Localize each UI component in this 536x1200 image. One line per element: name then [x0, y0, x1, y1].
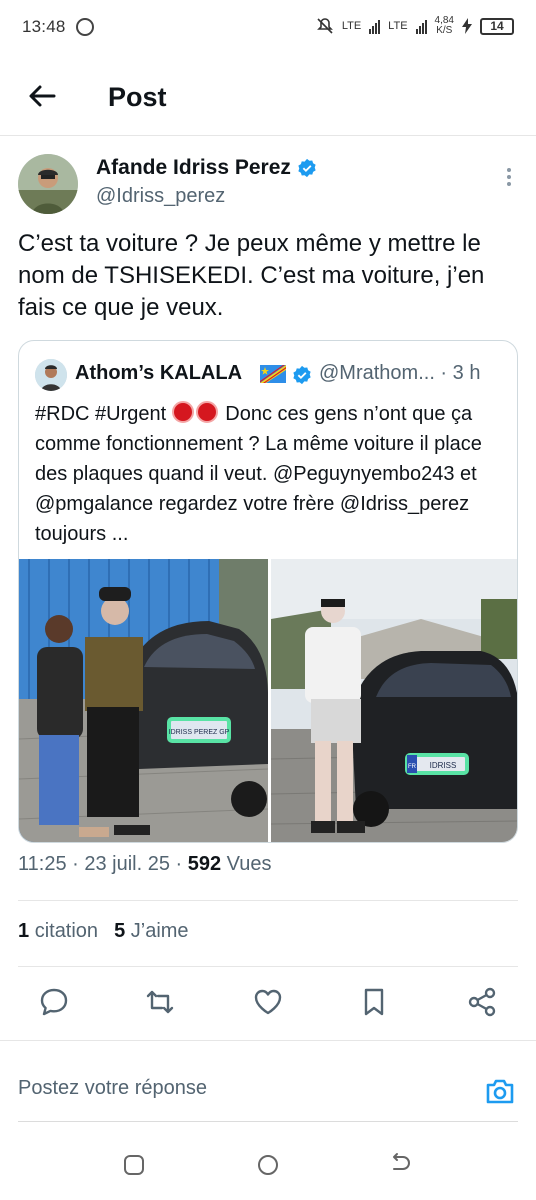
stop-sign-icon: [171, 401, 194, 423]
author-handle[interactable]: @Idriss_perez: [96, 185, 225, 208]
action-bar: [0, 986, 536, 1022]
network-label-2: LTE: [388, 20, 408, 32]
post-stats: 1 citation 5 J’aime: [18, 920, 189, 943]
reply-input[interactable]: Postez votre réponse: [18, 1077, 207, 1100]
net-speed-unit: K/S: [436, 25, 453, 36]
views-label: Vues: [221, 853, 272, 875]
back-arrow-icon[interactable]: [26, 80, 58, 112]
likes-label: J’aime: [130, 920, 189, 942]
network-label-1: LTE: [341, 20, 362, 32]
likes-stat[interactable]: 5 J’aime: [114, 920, 188, 943]
net-speed: 4,84 K/S: [435, 16, 454, 36]
page-title: Post: [108, 82, 167, 112]
reply-underline: [18, 1121, 518, 1122]
tweet-text: C’est ta voiture ? Je peux même y mettre…: [18, 230, 485, 321]
home-icon[interactable]: [255, 1152, 281, 1178]
header: Post: [0, 60, 536, 136]
plate-text-2: IDRISS: [430, 761, 457, 770]
signal-icon: [369, 18, 381, 34]
signal-icon: [415, 18, 427, 34]
post-image-2[interactable]: FR IDRISS: [271, 559, 517, 842]
author-name[interactable]: Afande Idriss Perez: [96, 156, 317, 180]
verified-badge-icon: [298, 158, 316, 178]
status-time: 13:48: [22, 17, 66, 36]
views-count: 592: [187, 853, 222, 875]
status-icons: LTE LTE 4,84 K/S 14: [316, 16, 514, 36]
stop-sign-icon: [195, 401, 218, 423]
verified-badge-icon: [293, 365, 311, 385]
citations-count: 1: [18, 920, 30, 942]
quote-hashtags: #RDC #Urgent: [35, 403, 167, 425]
post-image-1[interactable]: IDRISS PEREZ GP: [19, 559, 268, 842]
divider: [18, 900, 518, 901]
quote-text: #RDC #Urgent Donc ces gens n’ont que ça …: [35, 399, 505, 549]
author-name-text: Afande Idriss Perez: [96, 156, 291, 179]
likes-count: 5: [114, 920, 126, 942]
reply-bar: Postez votre réponse: [0, 1040, 536, 1122]
post-meta: 11:25 · 23 juil. 25 · 592 Vues: [18, 853, 272, 876]
charging-icon: [462, 18, 472, 34]
citations-label: citation: [34, 920, 99, 942]
more-vertical-icon[interactable]: [506, 168, 512, 190]
battery-indicator: 14: [480, 17, 514, 35]
drc-flag-icon: [260, 365, 286, 383]
recents-icon[interactable]: [121, 1152, 147, 1178]
back-nav-icon[interactable]: [388, 1152, 414, 1178]
citations-stat[interactable]: 1 citation: [18, 920, 98, 943]
comment-icon[interactable]: [38, 986, 70, 1018]
status-bar: 13:48 LTE LTE 4,84 K/S 14: [0, 0, 536, 54]
quoted-post-card[interactable]: Athom’s KALALA @Mrathom... · 3 h #RDC #U…: [18, 340, 518, 843]
camera-icon[interactable]: [484, 1075, 516, 1107]
heart-icon[interactable]: [252, 986, 284, 1018]
repost-icon[interactable]: [144, 986, 176, 1018]
mute-icon: [316, 18, 333, 34]
plate-text-1: IDRISS PEREZ GP: [169, 729, 230, 736]
plate-country: FR: [408, 764, 417, 770]
post-timestamp: 11:25 · 23 juil. 25 ·: [18, 853, 188, 875]
quote-author-avatar: [35, 359, 67, 391]
share-icon[interactable]: [466, 986, 498, 1018]
author-avatar[interactable]: [18, 154, 78, 214]
system-nav-bar: [0, 1130, 536, 1200]
divider: [18, 966, 518, 967]
quote-author-name: Athom’s KALALA: [75, 362, 243, 384]
whatsapp-notification-icon: [75, 18, 94, 36]
quote-author-handle: @Mrathom... · 3 h: [319, 362, 481, 384]
bookmark-icon[interactable]: [358, 986, 390, 1018]
